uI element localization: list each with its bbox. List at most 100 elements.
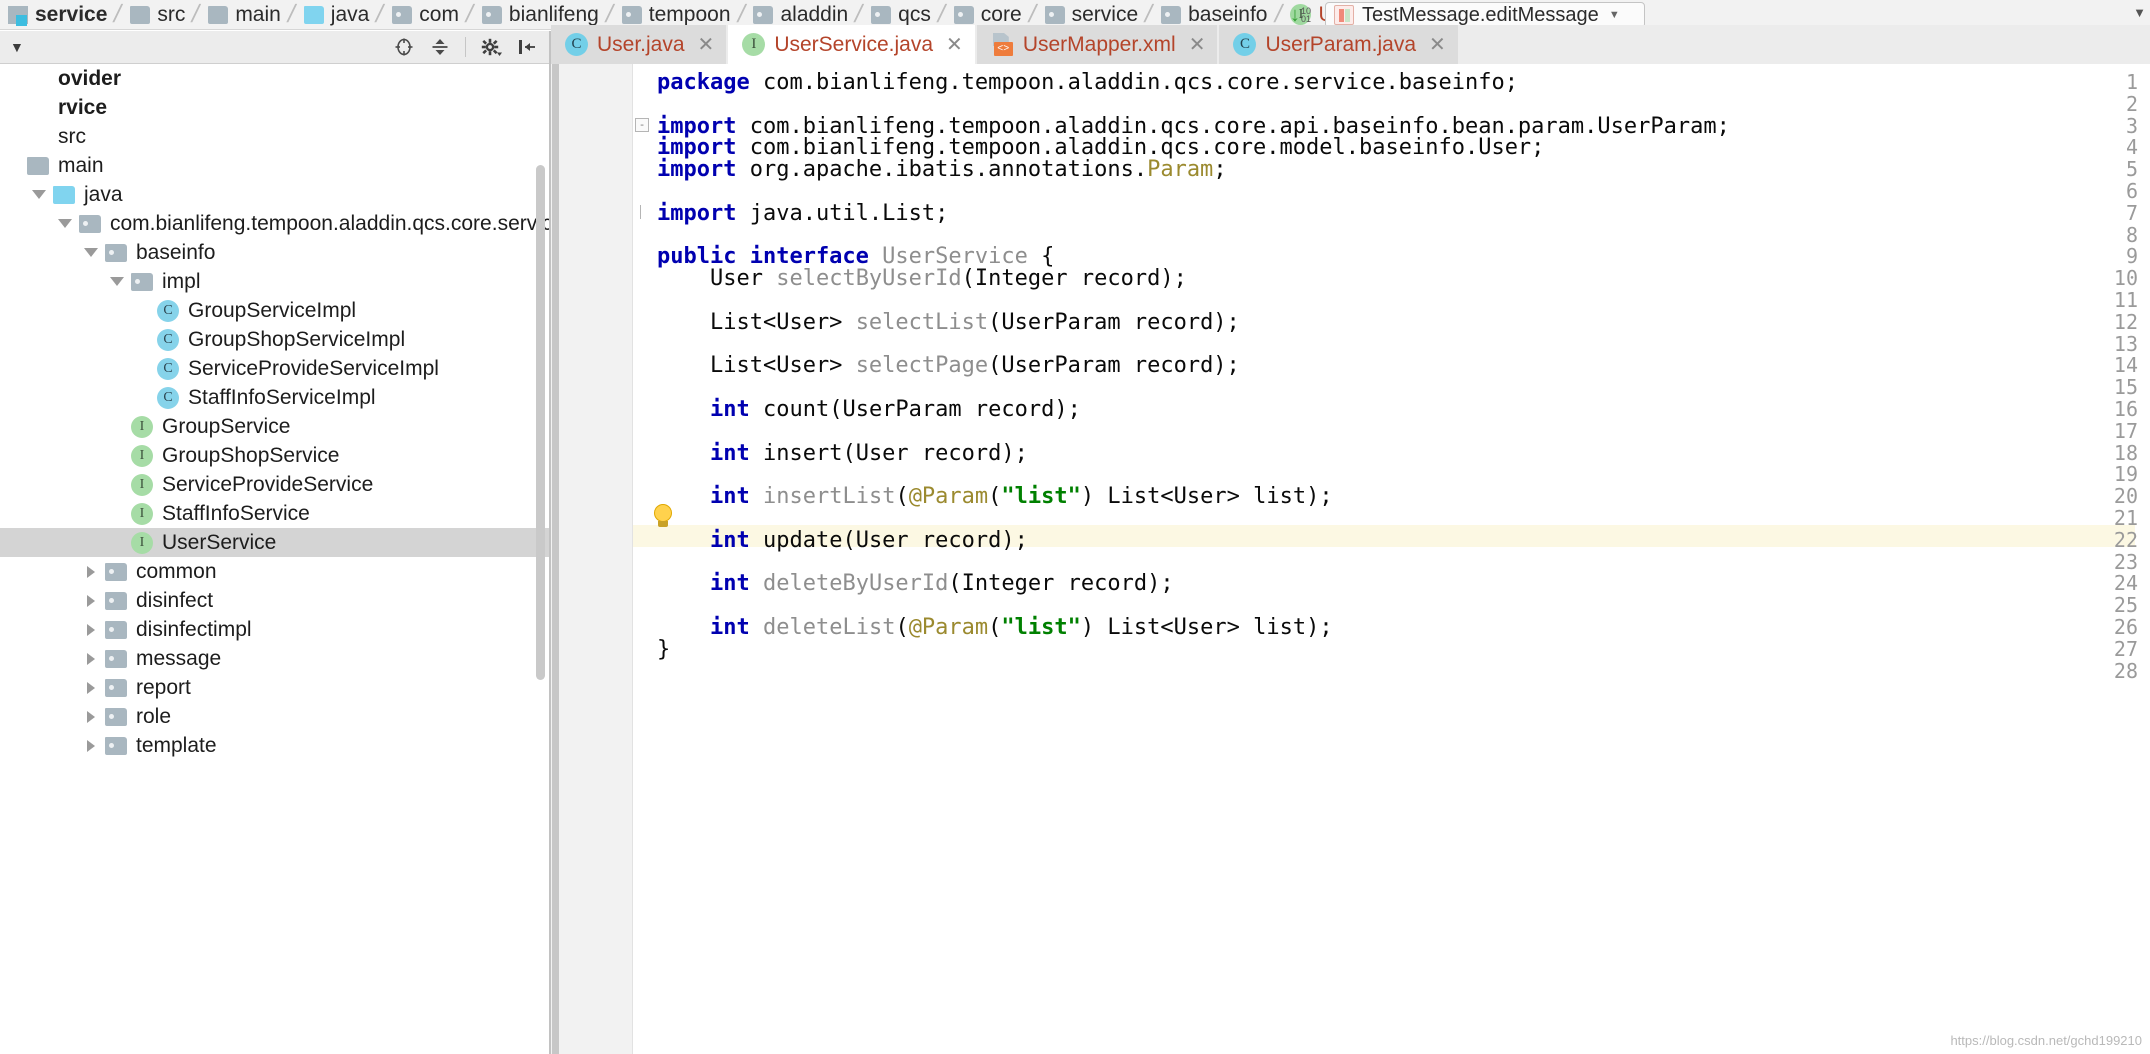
breadcrumb-item-main[interactable]: main [204, 0, 283, 29]
gear-icon[interactable] [480, 36, 502, 58]
locate-icon[interactable] [393, 36, 415, 58]
line-number: 18 [2113, 440, 2138, 465]
collapse-all-icon[interactable] [429, 36, 451, 58]
tree-row[interactable]: template [0, 731, 550, 760]
breadcrumb-item-label: aladdin [780, 2, 849, 26]
tree-row[interactable]: main [0, 151, 550, 180]
breadcrumb-item-src[interactable]: src [126, 0, 187, 29]
code-line[interactable]: List<User> selectPage(UserParam record); [657, 353, 1240, 378]
tree-row[interactable]: common [0, 557, 550, 586]
package-icon [1044, 5, 1065, 24]
tree-row[interactable]: I ServiceProvideService [0, 470, 550, 499]
chevron-down-icon[interactable] [104, 277, 130, 286]
tree-row[interactable]: message [0, 644, 550, 673]
code-line[interactable]: int insertList(@Param("list") List<User>… [657, 484, 1333, 509]
package-icon [481, 5, 502, 24]
chevron-right-icon[interactable] [78, 652, 104, 665]
package-icon [105, 678, 127, 697]
tree-row[interactable]: I GroupShopService [0, 441, 550, 470]
code-line[interactable]: int count(UserParam record); [657, 397, 1081, 422]
tree-row[interactable]: com.bianlifeng.tempoon.aladdin.qcs.core.… [0, 209, 550, 238]
code-line[interactable]: } [657, 637, 670, 662]
code-line[interactable]: package com.bianlifeng.tempoon.aladdin.q… [657, 70, 1518, 95]
code-line[interactable]: List<User> selectList(UserParam record); [657, 310, 1240, 335]
tree-row[interactable]: I GroupService [0, 412, 550, 441]
code-editor[interactable]: https://blog.csdn.net/gchd199210 1 packag… [551, 64, 2150, 1054]
code-token: package [657, 70, 763, 95]
code-line[interactable]: int update(User record); [657, 528, 1028, 553]
tree-row[interactable]: rvice [0, 93, 550, 122]
code-line[interactable]: import org.apache.ibatis.annotations.Par… [657, 157, 1227, 182]
tree-row[interactable]: I UserService [0, 528, 550, 557]
chevron-right-icon[interactable] [78, 681, 104, 694]
code-token: selectPage [855, 353, 989, 379]
tree-row[interactable]: disinfect [0, 586, 550, 615]
code-line[interactable]: User selectByUserId(Integer record); [657, 266, 1187, 291]
code-token: int [709, 615, 750, 640]
editor-tab-label: UserService.java [774, 32, 934, 56]
editor-tab-userservice-java[interactable]: I UserService.java ✕ [728, 25, 977, 64]
chevron-down-icon[interactable] [52, 219, 78, 228]
close-icon[interactable]: ✕ [1429, 32, 1446, 57]
breadcrumb-item-com[interactable]: com [388, 0, 461, 29]
tree-row[interactable]: I StaffInfoService [0, 499, 550, 528]
package-icon [105, 243, 127, 262]
close-icon[interactable]: ✕ [946, 32, 963, 57]
line-number: 17 [2113, 418, 2138, 443]
code-fold-icon[interactable]: - [635, 117, 649, 132]
tree-row[interactable]: C ServiceProvideServiceImpl [0, 354, 550, 383]
tree-row[interactable]: C GroupServiceImpl [0, 296, 550, 325]
chevron-down-icon[interactable] [78, 248, 104, 257]
interface-icon: I [130, 415, 154, 438]
code-fold-icon[interactable] [635, 204, 649, 219]
code-line[interactable]: int deleteList(@Param("list") List<User>… [657, 615, 1333, 640]
line-number: 19 [2113, 462, 2138, 487]
breadcrumb-item-label: qcs [898, 2, 931, 26]
chevron-right-icon[interactable] [78, 623, 104, 636]
tree-row[interactable]: C StaffInfoServiceImpl [0, 383, 550, 412]
tree-row[interactable]: src [0, 122, 550, 151]
breadcrumb-item-service[interactable]: service [4, 0, 109, 29]
chevron-right-icon[interactable] [78, 565, 104, 578]
code-token: update(User record); [749, 527, 1028, 553]
code-line[interactable]: import java.util.List; [657, 201, 948, 226]
line-number: 3 [2125, 113, 2138, 138]
editor-tab-user-java[interactable]: C User.java ✕ [551, 25, 729, 64]
close-icon[interactable]: ✕ [1189, 32, 1206, 57]
editor-gutter[interactable] [551, 64, 633, 1054]
tree-row[interactable]: disinfectimpl [0, 615, 550, 644]
tree-row[interactable]: report [0, 673, 550, 702]
close-icon[interactable]: ✕ [698, 32, 715, 57]
code-token: deleteByUserId [762, 571, 949, 597]
chevron-right-icon[interactable] [78, 739, 104, 752]
debug-badge-icon[interactable]: ↓ 10 01 [1290, 5, 1311, 25]
tree-row-label: com.bianlifeng.tempoon.aladdin.qcs.core.… [110, 211, 550, 235]
chevron-down-icon[interactable]: ▼ [1609, 9, 1620, 21]
project-tree[interactable]: ovider rvice src main java com.bianlifeng.tem… [0, 64, 550, 1054]
chevron-right-icon[interactable] [78, 594, 104, 607]
code-token: ( [988, 615, 1002, 640]
project-view-dropdown-icon[interactable]: ▼ [10, 39, 24, 55]
tree-row[interactable]: java [0, 180, 550, 209]
chevron-down-icon[interactable] [26, 190, 52, 199]
editor-tab-userparam-java[interactable]: C UserParam.java ✕ [1219, 25, 1460, 64]
editor-tab-usermapper-xml[interactable]: UserMapper.xml ✕ [976, 25, 1220, 64]
tree-row[interactable]: impl [0, 267, 550, 296]
tree-row-label: main [58, 153, 104, 177]
project-tree-scrollbar[interactable] [536, 165, 545, 680]
tree-row-label: rvice [58, 95, 108, 119]
code-token: import [657, 157, 750, 183]
line-number: 24 [2113, 571, 2138, 596]
code-line[interactable]: int insert(User record); [657, 441, 1028, 466]
tree-row[interactable]: role [0, 702, 550, 731]
tree-row[interactable]: ovider [0, 64, 550, 93]
hide-panel-icon[interactable] [516, 36, 538, 58]
tree-row[interactable]: baseinfo [0, 238, 550, 267]
breadcrumb-item-java[interactable]: java [300, 0, 372, 29]
code-line[interactable]: int deleteByUserId(Integer record); [657, 571, 1174, 596]
chevron-right-icon[interactable] [78, 710, 104, 723]
tree-row[interactable]: C GroupShopServiceImpl [0, 325, 550, 354]
breadcrumb-overflow-icon[interactable]: ▼ [2133, 5, 2146, 20]
